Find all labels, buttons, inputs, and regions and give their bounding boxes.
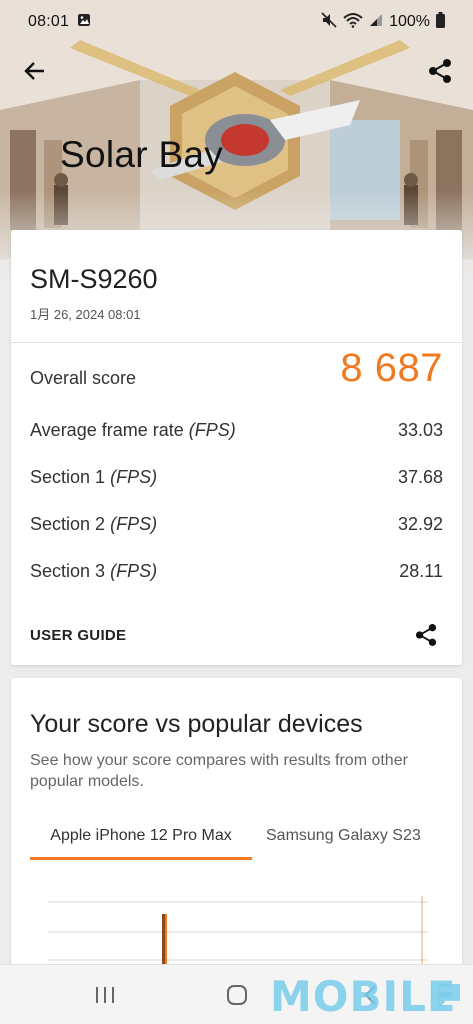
watermark-text: MOBILE: [270, 972, 457, 1021]
battery-icon: [436, 11, 445, 33]
share-button[interactable]: [423, 54, 457, 88]
tab-samsung-galaxy-s23[interactable]: Samsung Galaxy S23: [266, 818, 421, 860]
metric-label: Section 3 (FPS): [30, 561, 158, 581]
metric-value: 32.92: [397, 514, 443, 534]
comparison-chart: [48, 896, 428, 966]
metric-value: 28.11: [399, 561, 443, 581]
metric-row-section-3: Section 3 (FPS) 28.11: [30, 561, 443, 587]
share-result-button[interactable]: [412, 621, 440, 649]
overall-score-value: 8 687: [340, 346, 443, 390]
share-icon: [415, 624, 437, 646]
signal-icon: [369, 13, 383, 32]
divider: [11, 342, 462, 343]
chart-bar: [162, 914, 165, 966]
metric-row-average-fps: Average frame rate (FPS) 33.03: [30, 420, 443, 446]
status-bar: 08:01 100%: [0, 0, 473, 44]
image-icon: [77, 13, 91, 32]
user-guide-button[interactable]: USER GUIDE: [30, 627, 126, 644]
result-card: SM-S9260 1月 26, 2024 08:01 Overall score…: [11, 230, 462, 665]
overall-score-label: Overall score: [30, 368, 137, 388]
arrow-left-icon: [24, 62, 44, 80]
device-name: SM-S9260: [30, 264, 158, 294]
battery-percent: 100%: [389, 13, 430, 30]
metric-label: Section 2 (FPS): [30, 514, 158, 534]
wifi-icon: [343, 12, 363, 33]
metric-label: Average frame rate (FPS): [30, 420, 236, 440]
metric-row-section-2: Section 2 (FPS) 32.92: [30, 514, 443, 540]
chart-bar: [165, 914, 167, 966]
compare-description: See how your score compares with results…: [30, 752, 408, 790]
metric-value: 33.03: [397, 420, 443, 440]
back-button[interactable]: [18, 54, 52, 88]
device-tabs: Apple iPhone 12 Pro Max Samsung Galaxy S…: [30, 818, 450, 862]
metric-value: 37.68: [397, 467, 443, 487]
tab-apple-iphone-12-pro-max[interactable]: Apple iPhone 12 Pro Max: [30, 818, 252, 860]
mute-icon: [321, 11, 337, 33]
result-timestamp: 1月 26, 2024 08:01: [30, 307, 141, 322]
home-icon: [227, 985, 247, 1005]
metric-row-section-1: Section 1 (FPS) 37.68: [30, 467, 443, 493]
share-icon: [429, 59, 451, 83]
recents-button[interactable]: [85, 979, 125, 1011]
recents-icon: [96, 987, 114, 1003]
metric-label: Section 1 (FPS): [30, 467, 158, 487]
app-bar: [0, 48, 473, 92]
status-time: 08:01: [28, 13, 70, 30]
home-button[interactable]: [217, 979, 257, 1011]
compare-title: Your score vs popular devices: [30, 710, 363, 738]
page-title: Solar Bay: [60, 134, 224, 175]
